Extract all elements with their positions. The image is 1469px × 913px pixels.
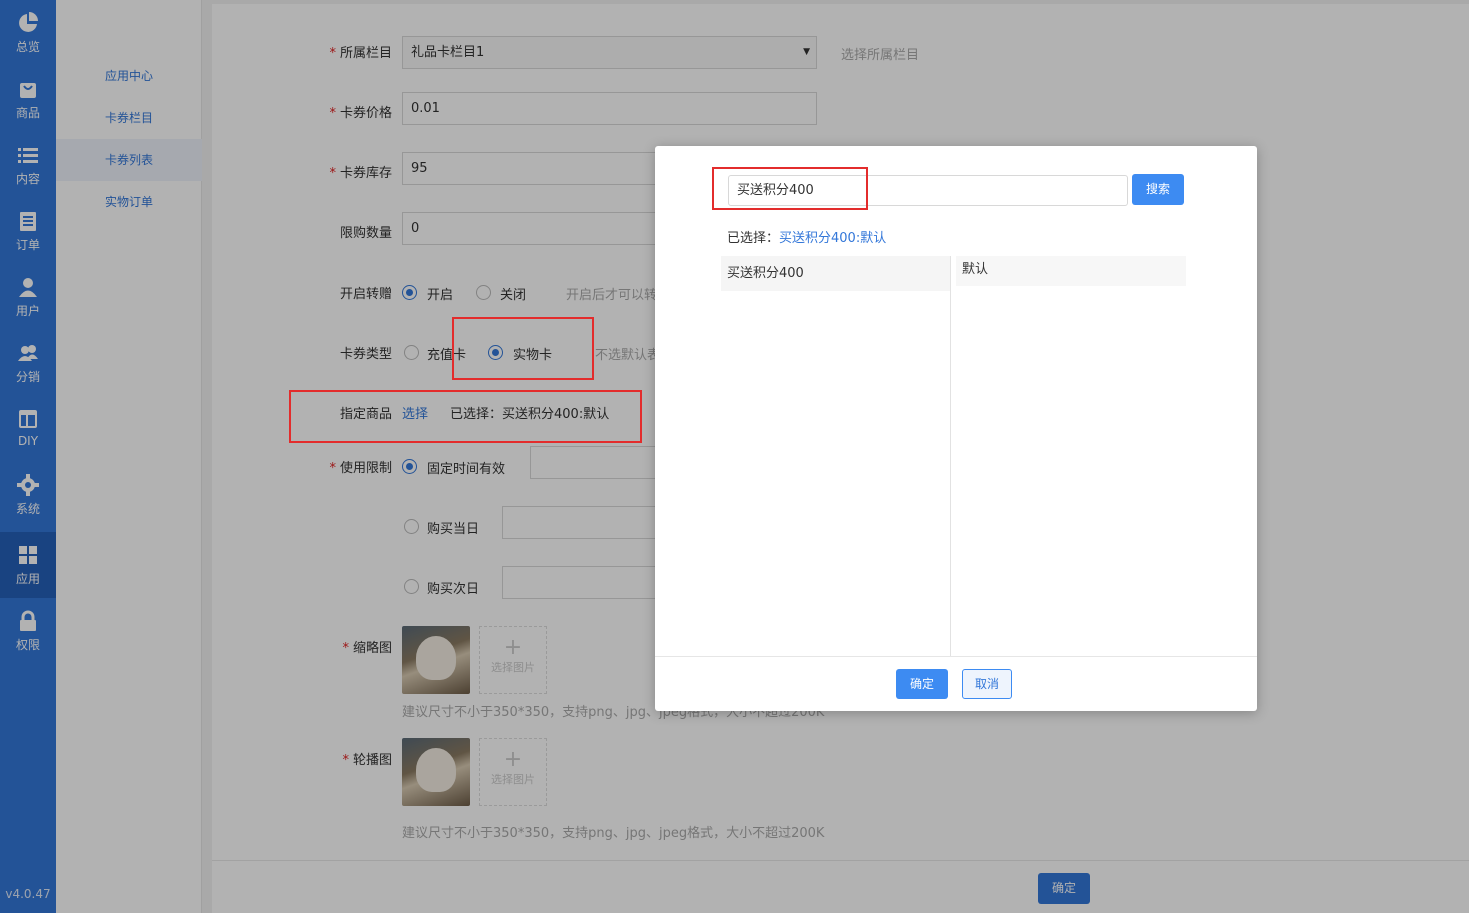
spec-list: 默认 [952, 256, 1186, 656]
highlight-selected-product [289, 390, 642, 443]
product-list: 买送积分400 [721, 256, 951, 656]
product-select-modal: 买送积分400 搜索 已选择：买送积分400:默认 买送积分400 默认 确定 … [655, 146, 1257, 711]
list-item[interactable]: 默认 [956, 256, 1186, 286]
modal-cancel-button[interactable]: 取消 [962, 669, 1012, 699]
list-item[interactable]: 买送积分400 [721, 256, 950, 291]
modal-selected-text: 已选择：买送积分400:默认 [727, 231, 887, 246]
search-button[interactable]: 搜索 [1132, 174, 1184, 205]
modal-confirm-button[interactable]: 确定 [896, 669, 948, 699]
modal-footer: 确定 取消 [655, 656, 1257, 711]
highlight-search [712, 167, 868, 210]
highlight-card-type [452, 317, 594, 380]
